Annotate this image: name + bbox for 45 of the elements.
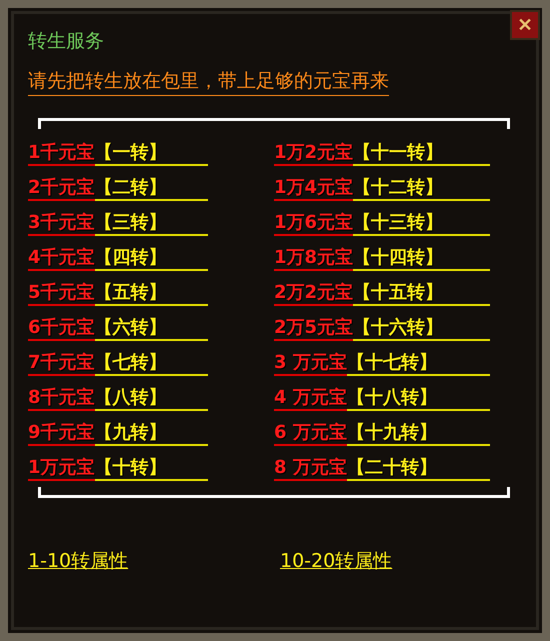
price-link[interactable]: 3 万元宝 — [274, 350, 347, 376]
rebirth-tier-link[interactable]: 【五转】 — [94, 280, 208, 306]
price-link[interactable]: 6千元宝 — [28, 315, 95, 341]
price-link[interactable]: 2万5元宝 — [274, 315, 354, 341]
rebirth-tier-link[interactable]: 【二十转】 — [346, 455, 490, 481]
price-link[interactable]: 6 万元宝 — [274, 420, 347, 446]
price-link[interactable]: 1千元宝 — [28, 140, 95, 166]
price-link[interactable]: 7千元宝 — [28, 350, 95, 376]
rebirth-tier-link[interactable]: 【十二转】 — [353, 175, 490, 201]
price-link[interactable]: 1万8元宝 — [274, 245, 354, 271]
rebirth-tier-link[interactable]: 【六转】 — [94, 315, 208, 341]
price-link[interactable]: 4 万元宝 — [274, 385, 347, 411]
rebirth-tier-link[interactable]: 【二转】 — [94, 175, 208, 201]
rebirth-tier-link[interactable]: 【七转】 — [94, 350, 208, 376]
price-link[interactable]: 1万4元宝 — [274, 175, 354, 201]
price-link[interactable]: 1万2元宝 — [274, 140, 354, 166]
price-link[interactable]: 5千元宝 — [28, 280, 95, 306]
close-button[interactable]: ✕ — [510, 10, 540, 40]
price-link[interactable]: 2千元宝 — [28, 175, 95, 201]
rebirth-tier-link[interactable]: 【一转】 — [94, 140, 208, 166]
rebirth-tier-link[interactable]: 【十三转】 — [353, 210, 490, 236]
price-link[interactable]: 8 万元宝 — [274, 455, 347, 481]
price-link[interactable]: 4千元宝 — [28, 245, 95, 271]
rebirth-tier-link[interactable]: 【十八转】 — [346, 385, 490, 411]
rebirth-tier-link[interactable]: 【八转】 — [94, 385, 208, 411]
rebirth-tier-link[interactable]: 【十四转】 — [353, 245, 490, 271]
rebirth-tier-link[interactable]: 【十五转】 — [353, 280, 490, 306]
attribute-link[interactable]: 10-20转属性 — [280, 548, 532, 574]
price-link[interactable]: 2万2元宝 — [274, 280, 354, 306]
notice-text: 请先把转生放在包里，带上足够的元宝再来 — [28, 68, 389, 96]
price-link[interactable]: 8千元宝 — [28, 385, 95, 411]
rebirth-tier-link[interactable]: 【十一转】 — [353, 140, 490, 166]
price-link[interactable]: 9千元宝 — [28, 420, 95, 446]
attribute-link[interactable]: 1-10转属性 — [28, 548, 280, 574]
rebirth-tier-link[interactable]: 【十九转】 — [346, 420, 490, 446]
rebirth-tier-link[interactable]: 【十六转】 — [353, 315, 490, 341]
rebirth-tier-link[interactable]: 【十七转】 — [346, 350, 490, 376]
price-link[interactable]: 1万6元宝 — [274, 210, 354, 236]
rebirth-tier-link[interactable]: 【十转】 — [94, 455, 208, 481]
price-link[interactable]: 1万元宝 — [28, 455, 95, 481]
rebirth-tier-link[interactable]: 【四转】 — [94, 245, 208, 271]
price-link[interactable]: 3千元宝 — [28, 210, 95, 236]
window-title: 转生服务 — [28, 29, 105, 54]
rebirth-tier-link[interactable]: 【九转】 — [94, 420, 208, 446]
rebirth-tier-link[interactable]: 【三转】 — [94, 210, 208, 236]
